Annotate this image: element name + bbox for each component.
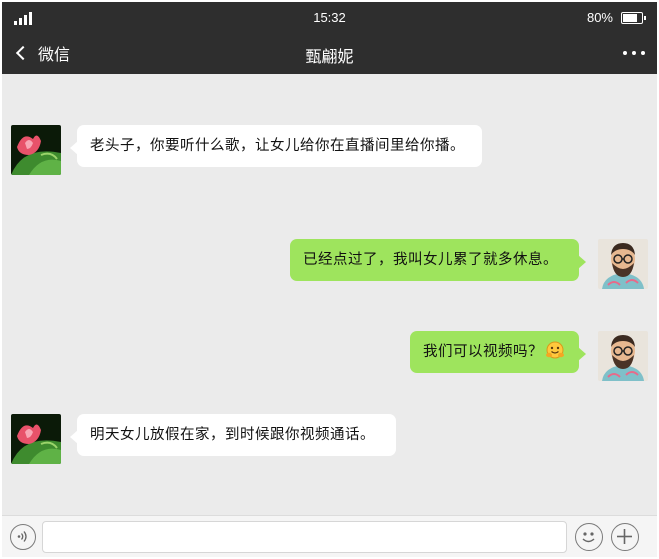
chat-title: 甄翩妮 [305,47,354,66]
contact-avatar[interactable] [11,125,61,175]
status-bar: 15:32 80% [2,2,657,32]
plus-icon[interactable] [611,523,639,551]
user-avatar[interactable] [598,331,648,381]
nav-bar: 微信 甄翩妮 [2,32,657,74]
battery-icon [621,12,646,24]
voice-icon[interactable] [10,524,36,550]
contact-avatar[interactable] [11,414,61,464]
status-time: 15:32 [313,10,346,25]
message-text: 老头子，你要听什么歌，让女儿给你在直播间里给你播。 [90,138,465,154]
message-input[interactable] [42,521,567,553]
hugging-face-emoji [546,341,564,359]
input-bar [2,515,657,557]
more-dots-icon[interactable] [623,44,645,62]
message-text: 我们可以视频吗？ [423,344,543,360]
user-avatar[interactable] [598,239,648,289]
message-text: 明天女儿放假在家，到时候跟你视频通话。 [90,427,375,443]
message-bubble-incoming[interactable]: 老头子，你要听什么歌，让女儿给你在直播间里给你播。 [70,125,482,167]
message-text: 已经点过了，我叫女儿累了就多休息。 [303,252,558,268]
battery-percent: 80% [586,10,613,25]
chat-screen: 15:32 80% 微信 甄翩妮 老头子，你要听什么歌，让女儿给你在直播间里给你… [2,2,657,557]
battery-fill [623,14,637,22]
message-bubble-outgoing[interactable]: 我们可以视频吗？ [410,331,586,373]
message-bubble-outgoing[interactable]: 已经点过了，我叫女儿累了就多休息。 [290,239,586,281]
message-bubble-incoming[interactable]: 明天女儿放假在家，到时候跟你视频通话。 [70,414,396,456]
emoji-icon[interactable] [575,523,603,551]
